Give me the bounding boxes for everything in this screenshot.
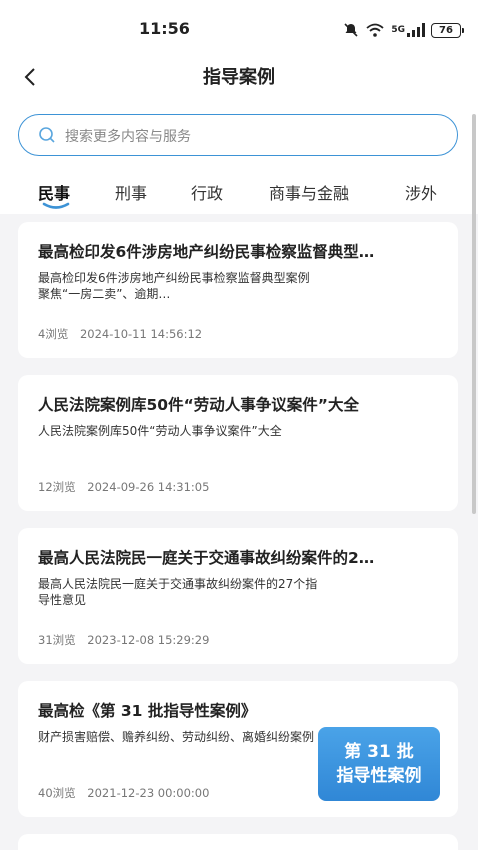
publish-date: 2024-09-26 14:31:05 [87, 480, 210, 494]
badge-line-1: 第 31 批 [344, 742, 414, 762]
view-count: 4浏览 [38, 327, 69, 341]
view-count: 31浏览 [38, 633, 76, 647]
tab-civil[interactable]: 民事 [38, 180, 70, 204]
network-type-label: 5G [391, 25, 405, 35]
case-card-partial[interactable] [18, 834, 458, 850]
publish-date: 2023-12-08 15:29:29 [87, 633, 210, 647]
search-placeholder: 搜索更多内容与服务 [65, 129, 191, 145]
scrollbar[interactable] [472, 114, 476, 514]
battery-tip [462, 27, 464, 33]
search-icon [39, 127, 55, 143]
case-summary: 最高检印发6件涉房地产纠纷民事检察监督典型案例 聚焦“一房二卖”、逾期… [38, 271, 310, 301]
case-title: 人民法院案例库50件“劳动人事争议案件”大全 [38, 396, 359, 414]
case-summary: 财产损害赔偿、赡养纠纷、劳动纠纷、离婚纠纷案例 [38, 730, 315, 744]
search-area: 搜索更多内容与服务 [0, 100, 478, 162]
view-count: 40浏览 [38, 786, 76, 800]
tab-commercial-finance[interactable]: 商事与金融 [269, 180, 349, 204]
view-count: 12浏览 [38, 480, 76, 494]
case-card[interactable]: 最高检印发6件涉房地产纠纷民事检察监督典型… 最高检印发6件涉房地产纠纷民事检察… [18, 222, 458, 358]
status-time: 11:56 [139, 19, 190, 38]
case-meta: 4浏览 2024-10-11 14:56:12 [38, 326, 202, 342]
page-title: 指导案例 [203, 67, 275, 88]
battery-icon: 76 [431, 22, 461, 38]
publish-date: 2021-12-23 00:00:00 [87, 786, 210, 800]
case-cover-badge: 第 31 批 指导性案例 [318, 727, 440, 801]
case-card[interactable]: 最高检《第 31 批指导性案例》 财产损害赔偿、赡养纠纷、劳动纠纷、离婚纠纷案例… [18, 681, 458, 817]
mute-icon [344, 23, 358, 37]
case-meta: 31浏览 2023-12-08 15:29:29 [38, 632, 209, 648]
badge-line-2: 指导性案例 [336, 766, 422, 786]
active-tab-indicator [42, 202, 70, 209]
case-card[interactable]: 人民法院案例库50件“劳动人事争议案件”大全 人民法院案例库50件“劳动人事争议… [18, 375, 458, 511]
case-meta: 40浏览 2021-12-23 00:00:00 [38, 785, 209, 801]
tab-foreign[interactable]: 涉外 [405, 180, 437, 204]
tab-criminal[interactable]: 刑事 [115, 180, 147, 204]
case-meta: 12浏览 2024-09-26 14:31:05 [38, 479, 209, 495]
case-card[interactable]: 最高人民法院民一庭关于交通事故纠纷案件的2… 最高人民法院民一庭关于交通事故纠纷… [18, 528, 458, 664]
case-title: 最高检印发6件涉房地产纠纷民事检察监督典型… [38, 243, 375, 261]
signal-icon [407, 23, 425, 37]
case-title: 最高人民法院民一庭关于交通事故纠纷案件的2… [38, 549, 375, 567]
search-input[interactable]: 搜索更多内容与服务 [18, 114, 458, 156]
status-icons: 5G 76 [343, 19, 464, 41]
wifi-icon [366, 23, 384, 37]
case-summary: 人民法院案例库50件“劳动人事争议案件”大全 [38, 424, 282, 438]
publish-date: 2024-10-11 14:56:12 [79, 327, 203, 341]
case-title: 最高检《第 31 批指导性案例》 [38, 702, 257, 720]
status-bar: 11:56 5G 76 [0, 0, 478, 58]
category-tabs: 民事 刑事 行政 商事与金融 涉外 [0, 162, 478, 214]
tab-administrative[interactable]: 行政 [191, 180, 223, 204]
case-summary: 最高人民法院民一庭关于交通事故纠纷案件的27个指导性意见 [38, 577, 318, 607]
nav-bar: 指导案例 [0, 58, 478, 100]
